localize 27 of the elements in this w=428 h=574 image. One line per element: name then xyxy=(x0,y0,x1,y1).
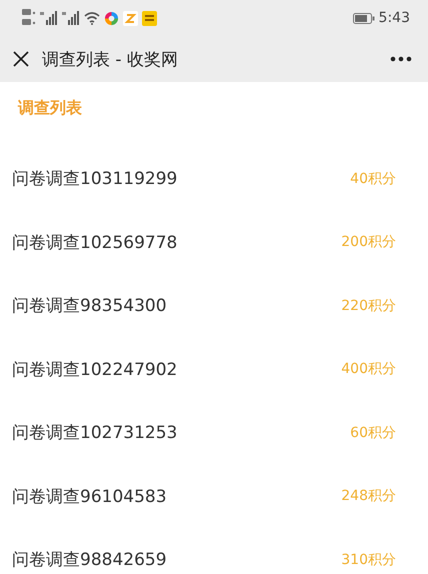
points-label: 60积分 xyxy=(350,424,396,442)
points-label: 310积分 xyxy=(341,550,396,569)
survey-link[interactable]: 问卷调查96104583 xyxy=(12,484,167,508)
app-icon xyxy=(104,10,119,26)
wifi-icon xyxy=(84,12,100,24)
survey-link[interactable]: 问卷调查98842659 xyxy=(12,548,167,572)
section-title: 调查列表 xyxy=(16,97,83,119)
more-icon[interactable] xyxy=(390,56,412,62)
signal-icon xyxy=(40,11,58,25)
points-label: 200积分 xyxy=(341,233,396,252)
survey-link[interactable]: 问卷调查102569778 xyxy=(12,230,178,254)
points-label: 400积分 xyxy=(341,360,396,378)
app-icon xyxy=(142,10,157,26)
survey-link[interactable]: 问卷调查98354300 xyxy=(12,294,167,318)
battery-icon xyxy=(352,12,375,24)
points-label: 220积分 xyxy=(341,296,396,315)
survey-link[interactable]: 问卷调查103119299 xyxy=(12,167,178,190)
close-icon[interactable] xyxy=(12,50,30,68)
points-label: 40积分 xyxy=(350,170,396,188)
points-label: 248积分 xyxy=(341,487,396,506)
clock-time: 5:43 xyxy=(378,10,410,26)
signal-icon xyxy=(62,11,80,25)
survey-link[interactable]: 问卷调查102731253 xyxy=(12,421,178,444)
app-icon xyxy=(123,10,138,26)
survey-link[interactable]: 问卷调查102247902 xyxy=(12,358,178,381)
sim-icon xyxy=(22,8,36,28)
page-title: 调查列表 - 收奖网 xyxy=(42,48,179,70)
